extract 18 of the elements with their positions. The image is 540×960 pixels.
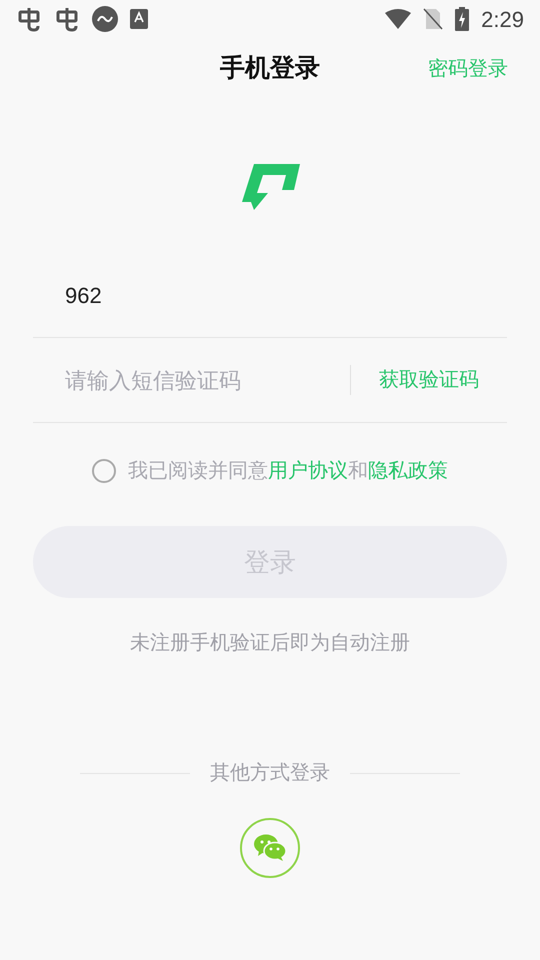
phone-field[interactable]: 962 — [33, 254, 507, 338]
code-field[interactable]: 请输入短信验证码 获取验证码 — [33, 338, 507, 423]
chat-bubbles-icon — [253, 834, 287, 862]
agreement-link[interactable]: 隐私政策 — [368, 460, 448, 482]
wechat-login-button[interactable] — [240, 818, 300, 878]
status-time: 2:29 — [481, 6, 524, 34]
register-note: 未注册手机验证后即为自动注册 — [129, 631, 411, 656]
other-login-label: 其他方式登录 — [210, 761, 330, 786]
no-sim-icon — [423, 8, 444, 30]
battery-icon — [455, 7, 470, 31]
keyboard-a-icon — [130, 9, 148, 29]
agreement-checkbox[interactable] — [92, 459, 116, 483]
password-login-link[interactable]: 密码登录 — [428, 54, 508, 84]
agreement-text: 我已阅读并同意用户协议和隐私政策 — [128, 459, 448, 484]
page-title: 手机登录 — [220, 53, 320, 84]
get-code-button[interactable]: 获取验证码 — [351, 365, 507, 395]
agreement-link[interactable]: 用户协议 — [268, 460, 348, 482]
wifi-icon — [385, 9, 412, 29]
